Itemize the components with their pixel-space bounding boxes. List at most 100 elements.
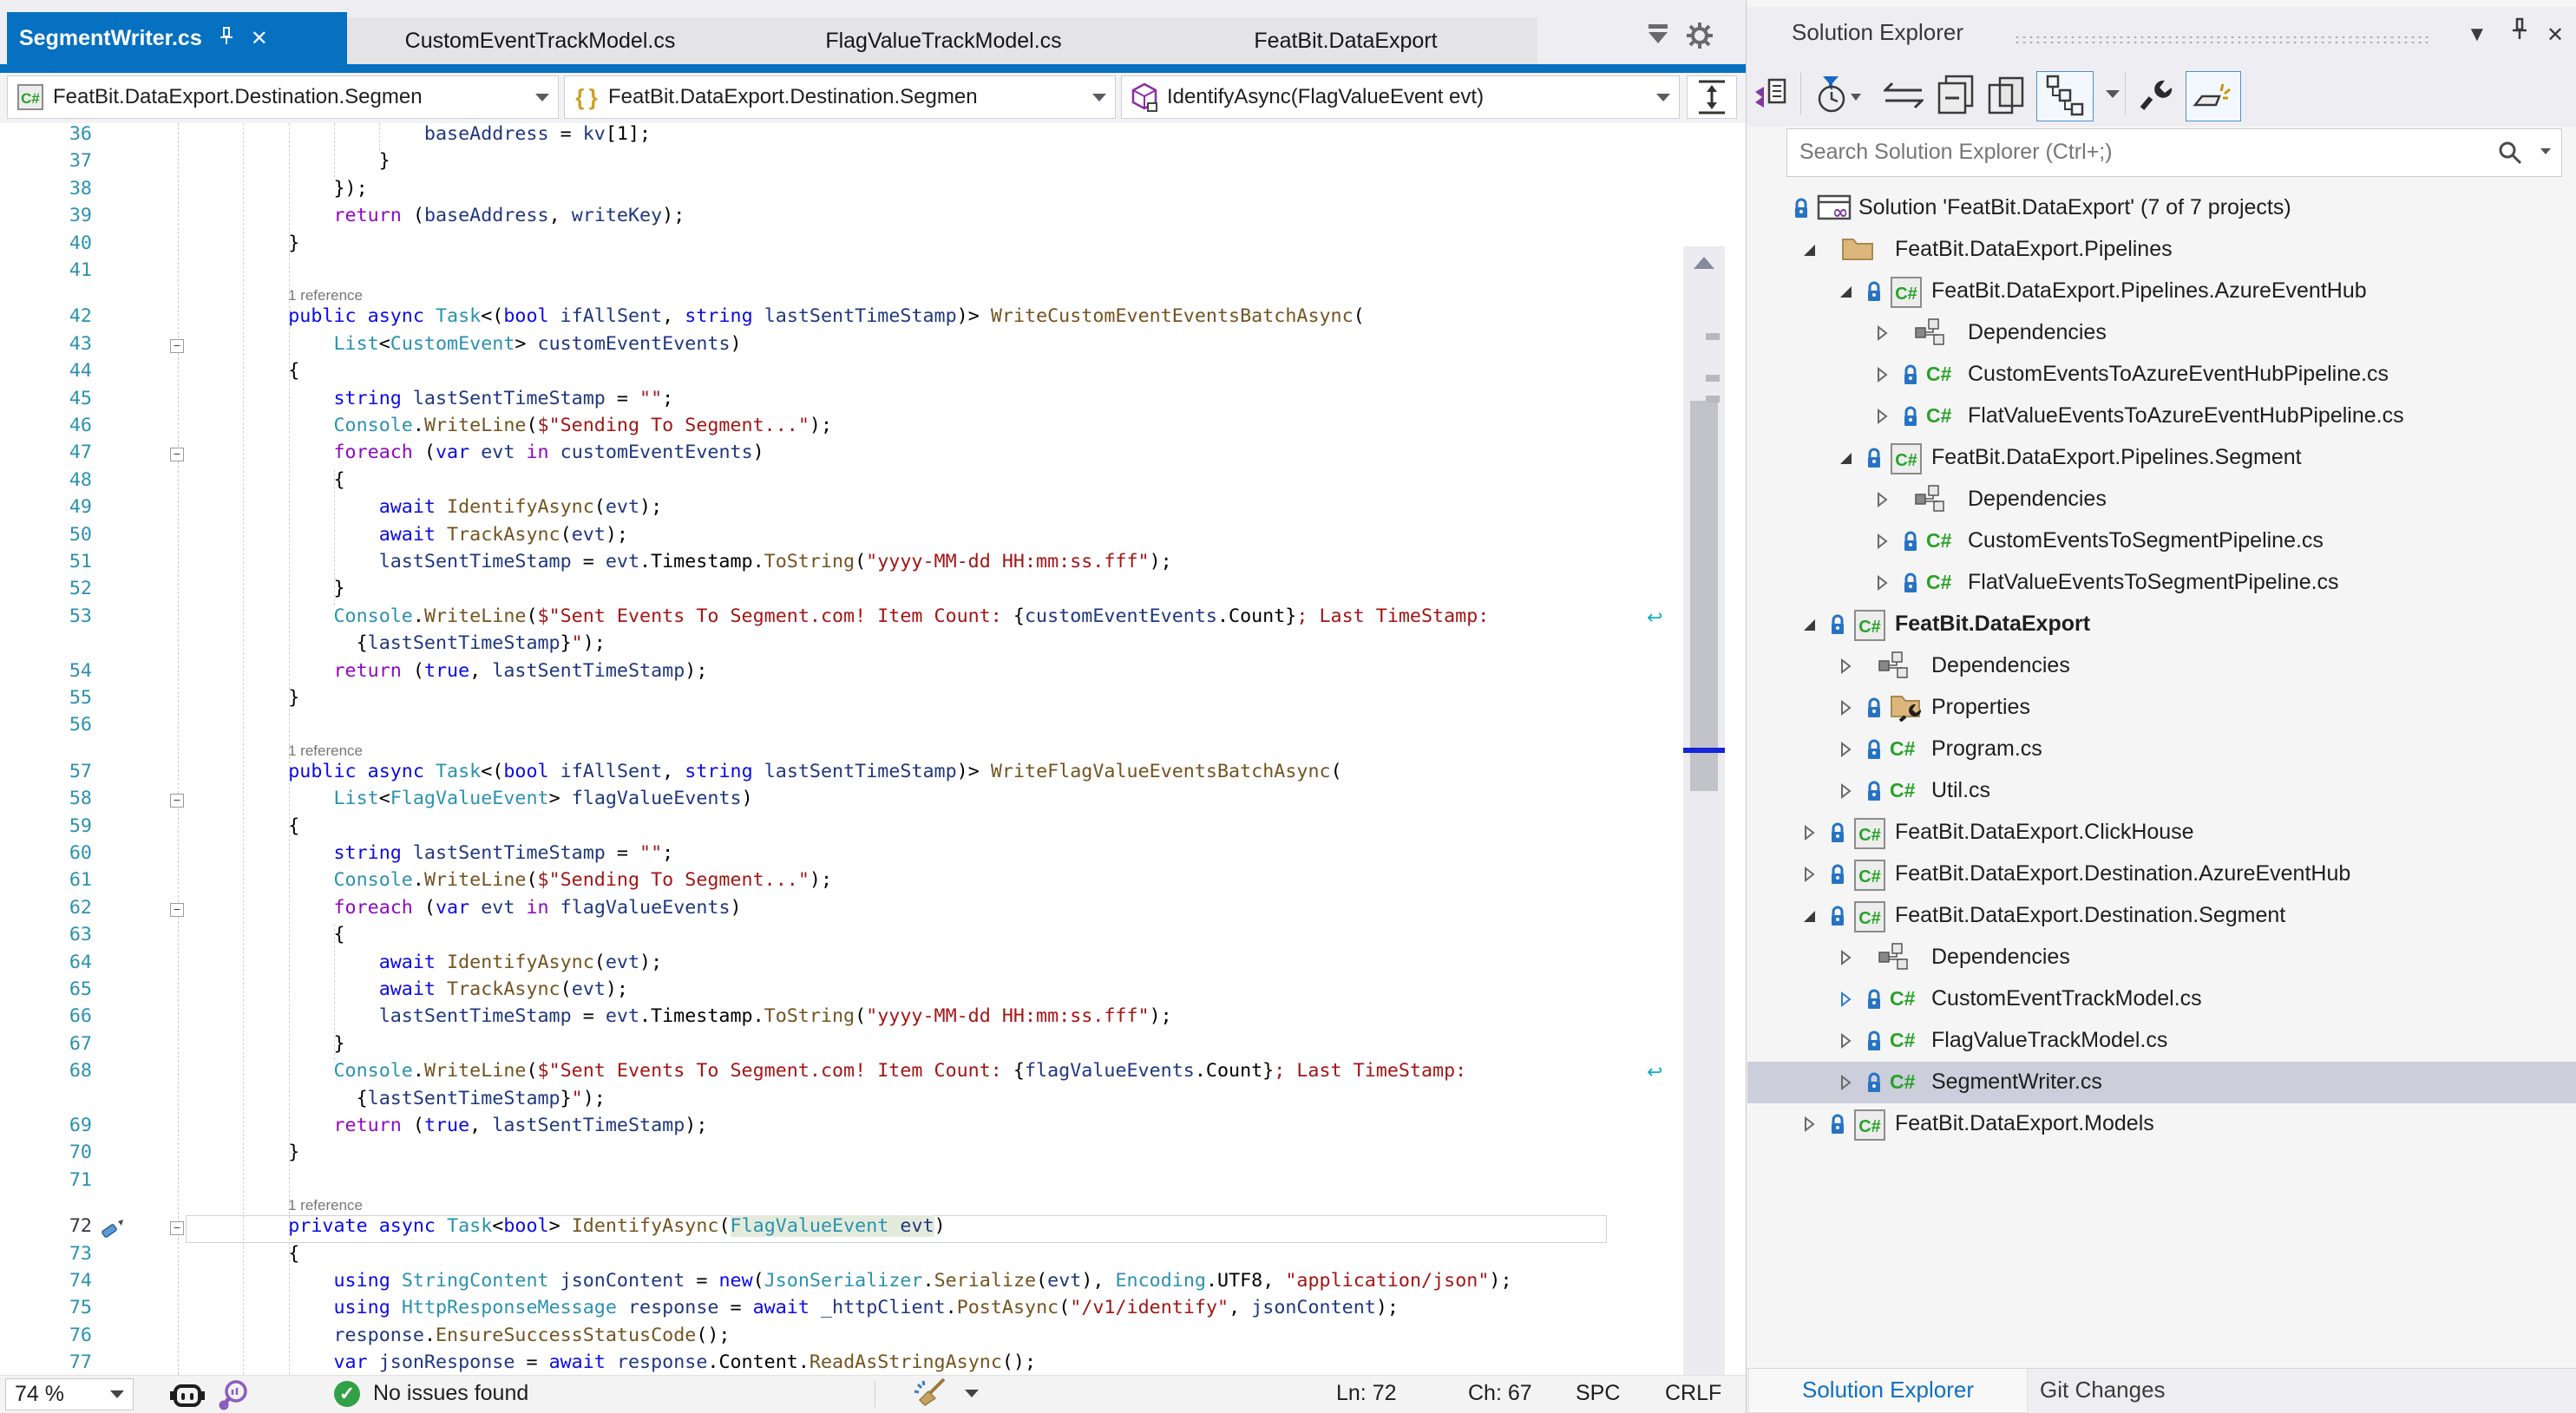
expander-closed-icon[interactable] (1874, 575, 1890, 591)
code-text[interactable]: List<CustomEvent> customEventEvents) (243, 333, 742, 355)
expander-open-icon[interactable] (1838, 450, 1853, 466)
tree-item-featbit-dataexport-destination-azureeventhub[interactable]: C#FeatBit.DataExport.Destination.AzureEv… (1747, 854, 2576, 895)
tree-item-dependencies[interactable]: Dependencies (1747, 937, 2576, 978)
fold-collapse-box[interactable]: − (170, 903, 184, 917)
code-text[interactable]: string lastSentTimeStamp = ""; (243, 388, 673, 409)
tree-item-flagvaluetrackmodel-cs[interactable]: C#FlagValueTrackModel.cs (1747, 1020, 2576, 1062)
code-line[interactable]: 44 { (0, 360, 1680, 387)
code-text[interactable]: } (243, 578, 345, 599)
eol-indicator[interactable]: CRLF (1665, 1381, 1721, 1406)
filter-pending-changes-icon[interactable] (1812, 75, 1861, 114)
line-number[interactable]: 70 (0, 1142, 92, 1163)
code-line[interactable]: 72− private async Task<bool> IdentifyAsy… (0, 1215, 1680, 1242)
expander-open-icon[interactable] (1838, 284, 1853, 299)
preview-selected-items-toggle[interactable] (2186, 71, 2241, 121)
fold-collapse-box[interactable]: − (170, 448, 184, 461)
tree-item-flatvalueeventstoazureeventhubpipeline-cs[interactable]: C#FlatValueEventsToAzureEventHubPipeline… (1747, 396, 2576, 437)
code-line[interactable]: 60 string lastSentTimeStamp = ""; (0, 842, 1680, 869)
code-text[interactable]: await TrackAsync(evt); (243, 524, 628, 546)
tree-item-featbit-dataexport-clickhouse[interactable]: C#FeatBit.DataExport.ClickHouse (1747, 812, 2576, 854)
gear-icon[interactable] (1687, 23, 1713, 49)
expander-closed-icon[interactable] (1838, 742, 1853, 757)
code-line[interactable]: 39 return (baseAddress, writeKey); (0, 205, 1680, 232)
code-text[interactable]: await IdentifyAsync(evt); (243, 952, 662, 973)
code-line[interactable]: 62− foreach (var evt in flagValueEvents) (0, 897, 1680, 924)
line-number[interactable]: 61 (0, 869, 92, 891)
line-number[interactable]: 69 (0, 1115, 92, 1136)
line-number[interactable]: 52 (0, 578, 92, 599)
line-number[interactable]: 60 (0, 842, 92, 864)
type-dropdown[interactable]: { } FeatBit.DataExport.Destination.Segme… (564, 75, 1116, 119)
panel-menu-icon[interactable]: ▼ (2467, 23, 2488, 47)
code-line[interactable]: 56 (0, 714, 1680, 741)
show-all-files-icon[interactable] (1986, 75, 2026, 114)
code-text[interactable]: { (243, 1243, 299, 1265)
code-text[interactable]: response.EnsureSuccessStatusCode(); (243, 1325, 730, 1346)
column-indicator[interactable]: Ch: 67 (1468, 1381, 1532, 1406)
tree-item-featbit-dataexport-pipelines[interactable]: FeatBit.DataExport.Pipelines (1747, 229, 2576, 271)
line-number[interactable]: 38 (0, 178, 92, 200)
code-line[interactable]: 37 } (0, 150, 1680, 177)
code-cleanup-broom-icon[interactable] (913, 1377, 947, 1410)
line-number[interactable]: 64 (0, 952, 92, 973)
code-text[interactable]: } (243, 687, 299, 709)
line-number[interactable]: 37 (0, 150, 92, 172)
tree-item-featbit-dataexport-pipelines-azureeventhub[interactable]: C#FeatBit.DataExport.Pipelines.AzureEven… (1747, 271, 2576, 312)
expander-closed-icon[interactable] (1838, 950, 1853, 965)
line-number[interactable]: 72 (0, 1215, 92, 1237)
code-line[interactable]: 61 Console.WriteLine($"Sending To Segmen… (0, 869, 1680, 896)
tree-item-featbit-dataexport[interactable]: C#FeatBit.DataExport (1747, 604, 2576, 645)
expander-open-icon[interactable] (1801, 242, 1817, 258)
code-text[interactable]: foreach (var evt in customEventEvents) (243, 442, 764, 463)
code-text[interactable]: await IdentifyAsync(evt); (243, 496, 662, 518)
code-line[interactable]: 50 await TrackAsync(evt); (0, 524, 1680, 551)
tree-item-customeventstosegmentpipeline-cs[interactable]: C#CustomEventsToSegmentPipeline.cs (1747, 520, 2576, 562)
collapse-all-icon[interactable] (1936, 75, 1976, 114)
code-line[interactable]: 42 public async Task<(bool ifAllSent, st… (0, 305, 1680, 332)
tree-item-program-cs[interactable]: C#Program.cs (1747, 729, 2576, 770)
code-line[interactable]: 69 return (true, lastSentTimeStamp); (0, 1115, 1680, 1142)
code-text[interactable]: {lastSentTimeStamp}"); (243, 632, 606, 654)
code-line[interactable]: 74 using StringContent jsonContent = new… (0, 1270, 1680, 1297)
tree-item-util-cs[interactable]: C#Util.cs (1747, 770, 2576, 812)
expander-closed-icon[interactable] (1838, 783, 1853, 799)
code-text[interactable]: await TrackAsync(evt); (243, 978, 628, 1000)
code-text[interactable]: Console.WriteLine($"Sent Events To Segme… (243, 1060, 1466, 1082)
tab-featbit-dataexport[interactable]: FeatBit.DataExport (1154, 17, 1537, 64)
close-icon[interactable]: ✕ (2547, 23, 2564, 48)
line-number[interactable]: 51 (0, 551, 92, 572)
issues-status[interactable]: No issues found (373, 1381, 528, 1406)
line-number[interactable]: 56 (0, 714, 92, 736)
line-number[interactable]: 42 (0, 305, 92, 327)
line-number[interactable]: 44 (0, 360, 92, 382)
line-number[interactable]: 39 (0, 205, 92, 226)
tree-item-dependencies[interactable]: Dependencies (1747, 479, 2576, 520)
code-text[interactable]: lastSentTimeStamp = evt.Timestamp.ToStri… (243, 1005, 1172, 1027)
code-text[interactable]: Console.WriteLine($"Sending To Segment..… (243, 415, 832, 436)
codelens-row[interactable]: 1 reference (0, 1196, 1680, 1215)
code-line[interactable]: 65 await TrackAsync(evt); (0, 978, 1680, 1005)
code-text[interactable]: }); (243, 178, 368, 200)
codelens-references[interactable]: 1 reference (288, 287, 363, 304)
pin-icon[interactable] (2510, 17, 2529, 46)
code-text[interactable]: { (243, 469, 345, 491)
line-number[interactable]: 55 (0, 687, 92, 709)
code-line[interactable]: 77 var jsonResponse = await response.Con… (0, 1351, 1680, 1375)
solution-explorer-titlebar[interactable]: Solution Explorer ▼ ✕ (1747, 7, 2576, 62)
expander-closed-icon[interactable] (1874, 325, 1890, 341)
sync-with-active-document-icon[interactable] (1884, 80, 1924, 111)
tree-item-dependencies[interactable]: Dependencies (1747, 645, 2576, 687)
tree-item-dependencies[interactable]: Dependencies (1747, 312, 2576, 354)
code-text[interactable]: } (243, 232, 299, 254)
line-number[interactable]: 65 (0, 978, 92, 1000)
line-number[interactable]: 49 (0, 496, 92, 518)
line-number[interactable]: 53 (0, 605, 92, 627)
expander-closed-icon[interactable] (1874, 367, 1890, 383)
properties-wrench-icon[interactable] (2139, 75, 2177, 114)
tree-item-flatvalueeventstosegmentpipeline-cs[interactable]: C#FlatValueEventsToSegmentPipeline.cs (1747, 562, 2576, 604)
code-line[interactable]: 66 lastSentTimeStamp = evt.Timestamp.ToS… (0, 1005, 1680, 1032)
code-text[interactable]: } (243, 150, 390, 172)
tab-flagvaluetrackmodel[interactable]: FlagValueTrackModel.cs (733, 17, 1154, 64)
line-number[interactable]: 47 (0, 442, 92, 463)
code-line[interactable]: 38 }); (0, 178, 1680, 205)
